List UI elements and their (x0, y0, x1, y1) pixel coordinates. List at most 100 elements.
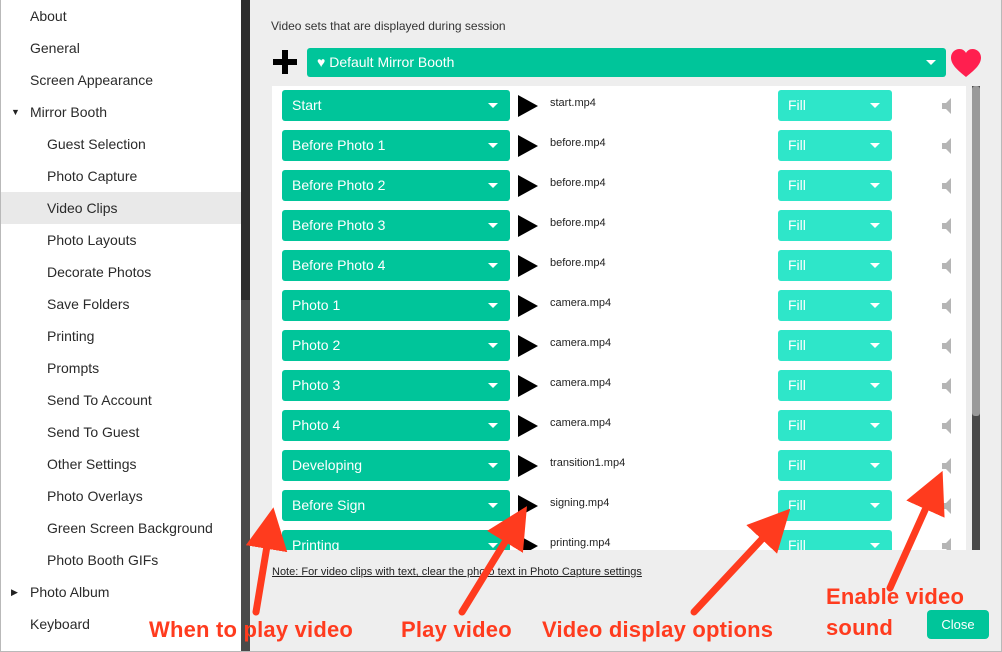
display-mode-select[interactable]: Fill (778, 210, 892, 241)
sidebar-scrollbar-thumb[interactable] (241, 0, 250, 300)
close-button[interactable]: Close (927, 610, 989, 639)
sidebar-item-photo-layouts[interactable]: Photo Layouts (0, 224, 241, 256)
trigger-select[interactable]: Before Photo 4 (282, 250, 510, 281)
clip-filename[interactable]: before.mp4 (550, 137, 606, 149)
callout-enable-sound-line1: Enable video (826, 584, 965, 609)
sidebar-item-photo-album[interactable]: ▶ Photo Album (0, 576, 241, 608)
trigger-select[interactable]: Photo 2 (282, 330, 510, 361)
display-mode-select[interactable]: Fill (778, 490, 892, 521)
play-icon[interactable] (518, 415, 538, 437)
trigger-select[interactable]: Developing (282, 450, 510, 481)
clip-row: Photo 1 camera.mp4 Fill (272, 286, 966, 326)
sidebar-item-label: Photo Capture (47, 168, 138, 184)
sidebar-item-label: Video Clips (47, 200, 118, 216)
play-icon[interactable] (518, 255, 538, 277)
sidebar-item-send-to-account[interactable]: Send To Account (0, 384, 241, 416)
trigger-select[interactable]: Start (282, 90, 510, 121)
trigger-select[interactable]: Photo 3 (282, 370, 510, 401)
speaker-icon[interactable] (936, 455, 958, 477)
display-mode-select[interactable]: Fill (778, 290, 892, 321)
sidebar-item-screen-appearance[interactable]: Screen Appearance (0, 64, 241, 96)
clip-row: Before Photo 1 before.mp4 Fill (272, 126, 966, 166)
sidebar-item-printing[interactable]: Printing (0, 320, 241, 352)
sidebar-item-label: Mirror Booth (30, 104, 108, 120)
clip-filename[interactable]: camera.mp4 (550, 337, 611, 349)
trigger-select[interactable]: Photo 1 (282, 290, 510, 321)
sidebar-item-guest-selection[interactable]: Guest Selection (0, 128, 241, 160)
play-icon[interactable] (518, 335, 538, 357)
clip-filename[interactable]: before.mp4 (550, 257, 606, 269)
trigger-select[interactable]: Photo 4 (282, 410, 510, 441)
play-icon[interactable] (518, 215, 538, 237)
sidebar-item-photo-overlays[interactable]: Photo Overlays (0, 480, 241, 512)
sidebar-item-video-clips[interactable]: Video Clips (0, 192, 241, 224)
trigger-select[interactable]: Before Photo 2 (282, 170, 510, 201)
speaker-icon[interactable] (936, 175, 958, 197)
trigger-value: Photo 4 (292, 417, 341, 433)
trigger-value: Photo 3 (292, 377, 341, 393)
speaker-icon[interactable] (936, 415, 958, 437)
note-text[interactable]: Note: For video clips with text, clear t… (272, 566, 642, 578)
sidebar-item-prompts[interactable]: Prompts (0, 352, 241, 384)
play-icon[interactable] (518, 295, 538, 317)
play-icon[interactable] (518, 455, 538, 477)
speaker-icon[interactable] (936, 255, 958, 277)
play-icon[interactable] (518, 95, 538, 117)
trigger-select[interactable]: Before Sign (282, 490, 510, 521)
add-icon[interactable] (273, 50, 297, 74)
display-mode-select[interactable]: Fill (778, 130, 892, 161)
display-mode-select[interactable]: Fill (778, 250, 892, 281)
display-mode-select[interactable]: Fill (778, 170, 892, 201)
sidebar-item-photo-capture[interactable]: Photo Capture (0, 160, 241, 192)
display-mode-select[interactable]: Fill (778, 330, 892, 361)
speaker-icon[interactable] (936, 495, 958, 517)
sidebar-item-decorate-photos[interactable]: Decorate Photos (0, 256, 241, 288)
sidebar-item-label: About (30, 8, 67, 24)
video-set-select[interactable]: ♥ Default Mirror Booth (307, 48, 946, 77)
clip-filename[interactable]: printing.mp4 (550, 537, 611, 549)
display-mode-select[interactable]: Fill (778, 90, 892, 121)
speaker-icon[interactable] (936, 375, 958, 397)
speaker-icon[interactable] (936, 335, 958, 357)
play-icon[interactable] (518, 135, 538, 157)
play-icon[interactable] (518, 535, 538, 550)
sidebar-item-send-to-guest[interactable]: Send To Guest (0, 416, 241, 448)
sidebar-item-photo-booth-gifs[interactable]: Photo Booth GIFs (0, 544, 241, 576)
heart-icon[interactable] (950, 48, 982, 78)
play-icon[interactable] (518, 495, 538, 517)
trigger-select[interactable]: Before Photo 1 (282, 130, 510, 161)
speaker-icon[interactable] (936, 295, 958, 317)
speaker-icon[interactable] (936, 95, 958, 117)
clips-scrollbar-thumb[interactable] (972, 86, 980, 416)
caret-down-icon[interactable]: ▼ (11, 96, 20, 128)
chevron-down-icon (488, 103, 498, 108)
display-mode-value: Fill (788, 217, 806, 233)
sidebar-item-mirror-booth[interactable]: ▼ Mirror Booth (0, 96, 241, 128)
play-icon[interactable] (518, 375, 538, 397)
sidebar-item-other-settings[interactable]: Other Settings (0, 448, 241, 480)
speaker-icon[interactable] (936, 535, 958, 550)
play-icon[interactable] (518, 175, 538, 197)
speaker-icon[interactable] (936, 215, 958, 237)
display-mode-select[interactable]: Fill (778, 410, 892, 441)
clip-filename[interactable]: camera.mp4 (550, 377, 611, 389)
clip-filename[interactable]: camera.mp4 (550, 417, 611, 429)
trigger-select[interactable]: Printing (282, 530, 510, 550)
display-mode-select[interactable]: Fill (778, 370, 892, 401)
sidebar-item-label: Decorate Photos (47, 264, 152, 280)
speaker-icon[interactable] (936, 135, 958, 157)
clip-filename[interactable]: start.mp4 (550, 97, 596, 109)
clip-filename[interactable]: signing.mp4 (550, 497, 609, 509)
sidebar-item-about[interactable]: About (0, 0, 241, 32)
sidebar-item-save-folders[interactable]: Save Folders (0, 288, 241, 320)
clip-filename[interactable]: before.mp4 (550, 177, 606, 189)
display-mode-select[interactable]: Fill (778, 450, 892, 481)
trigger-select[interactable]: Before Photo 3 (282, 210, 510, 241)
clip-filename[interactable]: transition1.mp4 (550, 457, 625, 469)
display-mode-select[interactable]: Fill (778, 530, 892, 550)
sidebar-item-general[interactable]: General (0, 32, 241, 64)
clip-filename[interactable]: before.mp4 (550, 217, 606, 229)
clip-filename[interactable]: camera.mp4 (550, 297, 611, 309)
caret-right-icon[interactable]: ▶ (11, 576, 18, 608)
sidebar-item-green-screen-background[interactable]: Green Screen Background (0, 512, 241, 544)
